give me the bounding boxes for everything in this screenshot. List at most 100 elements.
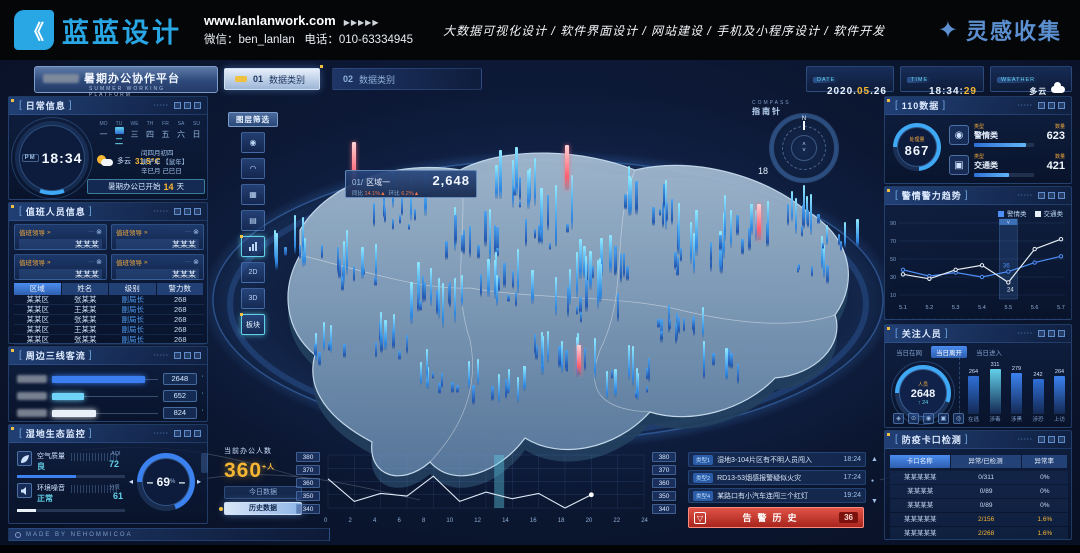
alert-scroll-up[interactable]: ▲	[871, 456, 878, 463]
panel-minimize-icon[interactable]	[174, 208, 181, 215]
gauge-value: 867	[905, 143, 930, 158]
panel-expand-icon[interactable]	[194, 352, 201, 359]
type-label: 类型	[974, 123, 1034, 130]
compass-adjust[interactable]: ˄˅	[802, 142, 806, 154]
2d-mode[interactable]: 2D	[241, 262, 265, 283]
cell-count: 268	[157, 305, 205, 314]
panel-minimize-icon[interactable]	[1038, 102, 1045, 109]
alert-scroll-dot[interactable]: ●	[871, 478, 874, 484]
x-tick: 16	[530, 518, 537, 524]
panel-title: 周边三线客流	[26, 349, 86, 362]
cell-rate: 1.6%	[1022, 527, 1068, 540]
panel-window-icon[interactable]	[184, 430, 191, 437]
panel-minimize-icon[interactable]	[174, 102, 181, 109]
alert-row[interactable]: 类型4某路口有小汽车连闯三个红灯19:24	[688, 488, 866, 503]
alarm-history-bar[interactable]: ▽ 告警历史 36	[688, 507, 864, 528]
column-header[interactable]: 姓名	[62, 283, 109, 295]
platform-title-plate: 暑期办公协作平台 SUMMER WORKING PLATFORM	[34, 66, 218, 93]
alert-row[interactable]: 类型1湿地3-104片区有不明人员闯入18:24	[688, 452, 866, 467]
panel-minimize-icon[interactable]	[1038, 436, 1045, 443]
alert-scroll-down[interactable]: ▼	[871, 498, 878, 505]
panel-window-icon[interactable]	[184, 352, 191, 359]
noise-metric-value: 61	[113, 491, 123, 501]
x-tick: 20	[586, 518, 593, 524]
camera-icon[interactable]: ◉	[241, 132, 265, 153]
panel-minimize-icon[interactable]	[1038, 330, 1045, 337]
weather-value: 多云	[1029, 87, 1047, 96]
eye-icon[interactable]: ◎	[953, 413, 964, 424]
panel-minimize-icon[interactable]	[174, 352, 181, 359]
summer-notice-bar: 暑期办公已开始14天	[87, 179, 205, 194]
close-icon[interactable]: ⊗	[193, 228, 199, 236]
dashboard: 暑期办公协作平台 SUMMER WORKING PLATFORM 01数据类别 0…	[0, 60, 1080, 545]
map-landmass[interactable]	[288, 153, 848, 476]
tab-data-category-02[interactable]: 02数据类别	[332, 68, 482, 90]
building-icon[interactable]: ▤	[241, 210, 265, 231]
bar-chart-icon[interactable]	[241, 236, 265, 257]
panel-expand-icon[interactable]	[194, 430, 201, 437]
column-header[interactable]: 警力数	[157, 283, 204, 295]
panel-checkpoint: [防疫卡口检测] ····· 卡口名称异常/已检测异常率 某某某某某0/3110…	[884, 430, 1072, 540]
column-header[interactable]: 区域	[14, 283, 61, 295]
grid-icon[interactable]: ▦	[241, 184, 265, 205]
time-segment: TIME 18:34:29	[900, 66, 984, 92]
panel-window-icon[interactable]	[1048, 436, 1055, 443]
brand-url[interactable]: www.lanlanwork.com	[204, 13, 336, 28]
column-header[interactable]: 卡口名称	[890, 455, 950, 468]
time-seconds: 29	[964, 86, 977, 97]
letterbox-strip	[0, 545, 1080, 553]
panel-minimize-icon[interactable]	[174, 430, 181, 437]
arrows-decoration: ▶▶▶▶▶	[344, 18, 380, 27]
panel-expand-icon[interactable]	[1058, 330, 1065, 337]
warning-triangle-icon: ▽	[694, 512, 706, 524]
panel-minimize-icon[interactable]	[1038, 192, 1045, 199]
weekday-SA: SA六	[175, 121, 188, 147]
radar-icon[interactable]: ◠	[241, 158, 265, 179]
focus-tab[interactable]: 当日在网	[891, 346, 927, 358]
chevron-icon: »	[47, 229, 51, 236]
panel-expand-icon[interactable]	[1058, 102, 1065, 109]
today-data-button[interactable]: 今日数据	[224, 486, 302, 499]
inspiration-collection[interactable]: ✦ 灵感收集	[938, 14, 1062, 46]
tab-data-category-01[interactable]: 01数据类别	[224, 68, 320, 90]
tab-label: 数据类别	[269, 73, 305, 86]
panel-window-icon[interactable]	[1048, 102, 1055, 109]
panel-window-icon[interactable]	[1048, 330, 1055, 337]
date-label: DATE	[813, 77, 839, 83]
close-icon[interactable]: ⊗	[96, 228, 102, 236]
block-mode[interactable]: 板块	[241, 314, 265, 335]
panel-expand-icon[interactable]	[1058, 192, 1065, 199]
panel-expand-icon[interactable]	[1058, 436, 1065, 443]
cell-name: 张某某	[62, 335, 110, 344]
eco-scrollbar[interactable]	[201, 453, 208, 473]
column-header[interactable]: 异常率	[1022, 455, 1068, 468]
brand-contact: www.lanlanwork.com▶▶▶▶▶ 微信：ben_lanlan 电话…	[204, 13, 413, 48]
close-icon[interactable]: ⊗	[96, 258, 102, 266]
panel-expand-icon[interactable]	[194, 102, 201, 109]
duty-card[interactable]: 值班领导»···⊗某某某	[14, 224, 107, 250]
bar-value: 242	[1031, 372, 1046, 378]
duty-card[interactable]: 值班领导»···⊗某某某	[111, 254, 204, 280]
duty-card[interactable]: 值班领导»···⊗某某某	[14, 254, 107, 280]
cell-ratio: 2/268	[951, 527, 1022, 540]
duty-card[interactable]: 值班领导»···⊗某某某	[111, 224, 204, 250]
alert-row[interactable]: 类型2RD13-53烟感报警疑似火灾17:24	[688, 470, 866, 485]
flow-row: 652'	[17, 390, 203, 402]
flow-bar	[52, 376, 145, 383]
panel-window-icon[interactable]	[1048, 192, 1055, 199]
compass-dial[interactable]: N ˄˅	[770, 114, 838, 182]
bar-category: 涉毒	[988, 415, 1003, 423]
3d-mode[interactable]: 3D	[241, 288, 265, 309]
panel-window-icon[interactable]	[184, 208, 191, 215]
alert-text: RD13-53烟感报警疑似火灾	[717, 473, 839, 483]
column-header[interactable]: 级别	[109, 283, 156, 295]
column-header[interactable]: 异常/已检测	[951, 455, 1021, 468]
panel-window-icon[interactable]	[184, 102, 191, 109]
gauge-right-arrow[interactable]: ▸	[197, 477, 201, 486]
week-strip: MO一TU二WE三TH四FR五SA六SU日	[97, 121, 203, 147]
history-data-button[interactable]: 历史数据	[224, 502, 302, 515]
panel-expand-icon[interactable]	[194, 208, 201, 215]
close-icon[interactable]: ⊗	[193, 258, 199, 266]
cell-area: 某某区	[14, 335, 62, 344]
gauge-left-arrow[interactable]: ◂	[129, 477, 133, 486]
